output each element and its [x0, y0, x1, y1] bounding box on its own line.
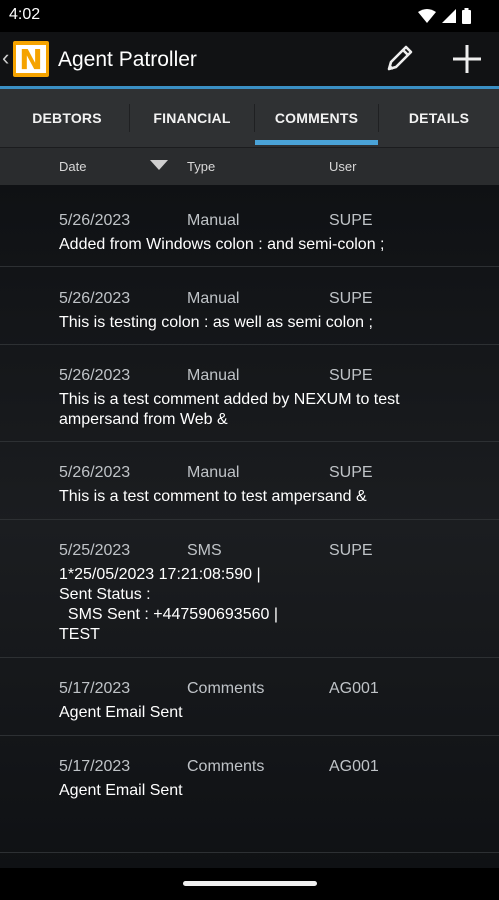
column-user[interactable]: User	[329, 159, 356, 174]
comment-user: AG001	[329, 680, 379, 697]
home-gesture-handle[interactable]	[183, 881, 317, 886]
comment-text: Added from Windows colon : and semi-colo…	[59, 236, 385, 253]
comment-type: Manual	[187, 464, 240, 481]
status-time: 4:02	[9, 6, 41, 23]
edit-button[interactable]	[380, 40, 418, 78]
comment-list[interactable]: 5/26/2023 Manual SUPE Added from Windows…	[0, 185, 499, 868]
list-item[interactable]: 5/26/2023 Manual SUPE This is testing co…	[0, 267, 499, 345]
comment-user: SUPE	[329, 464, 373, 481]
plus-icon	[453, 45, 481, 73]
tab-debtors[interactable]: DEBTORS	[5, 89, 129, 147]
battery-icon	[462, 8, 471, 24]
comment-user: SUPE	[329, 542, 373, 559]
comment-type: Comments	[187, 758, 265, 775]
list-item[interactable]: 5/17/2023 Comments AG001 Agent Email Sen…	[0, 658, 499, 736]
comment-date: 5/26/2023	[59, 464, 131, 481]
app-logo[interactable]: N	[13, 41, 49, 77]
comment-text: Agent Email Sent	[59, 704, 183, 721]
list-item[interactable]: 5/26/2023 Manual SUPE Added from Windows…	[0, 185, 499, 267]
comment-date: 5/26/2023	[59, 367, 131, 384]
comment-user: SUPE	[329, 290, 373, 307]
status-icons	[418, 8, 471, 24]
list-item[interactable]: 5/26/2023 Manual SUPE This is a test com…	[0, 442, 499, 520]
signal-icon	[442, 9, 456, 23]
sort-down-icon[interactable]	[150, 160, 168, 170]
comment-type: Manual	[187, 367, 240, 384]
list-item[interactable]: 5/26/2023 Manual SUPE This is a test com…	[0, 345, 499, 442]
comment-date: 5/25/2023	[59, 542, 131, 559]
column-header: Date Type User	[0, 148, 499, 185]
comment-text: 1*25/05/2023 17:21:08:590 | Sent Status …	[59, 566, 278, 643]
list-item[interactable]: 5/25/2023 SMS SUPE 1*25/05/2023 17:21:08…	[0, 520, 499, 658]
comment-text: Agent Email Sent	[59, 782, 183, 799]
comment-date: 5/17/2023	[59, 758, 131, 775]
tab-financial[interactable]: FINANCIAL	[130, 89, 254, 147]
comment-text: This is testing colon : as well as semi …	[59, 314, 373, 331]
comment-user: SUPE	[329, 212, 373, 229]
comment-user: SUPE	[329, 367, 373, 384]
tab-bar: DEBTORS FINANCIAL COMMENTS DETAILS	[0, 89, 499, 148]
wifi-icon	[418, 9, 436, 23]
tab-details[interactable]: DETAILS	[379, 89, 499, 147]
system-nav-bar	[0, 868, 499, 900]
column-type[interactable]: Type	[187, 159, 215, 174]
comment-text: This is a test comment added by NEXUM to…	[59, 391, 400, 428]
app-logo-letter: N	[16, 43, 46, 76]
status-bar: 4:02	[0, 0, 499, 32]
pencil-icon	[387, 45, 413, 71]
comment-type: SMS	[187, 542, 222, 559]
column-date[interactable]: Date	[59, 159, 86, 174]
list-item[interactable]: 5/17/2023 Comments AG001 Agent Email Sen…	[0, 736, 499, 853]
comment-type: Manual	[187, 212, 240, 229]
selected-tab-indicator	[255, 140, 378, 145]
comment-date: 5/17/2023	[59, 680, 131, 697]
app-bar: ‹ N Agent Patroller	[0, 32, 499, 86]
comment-date: 5/26/2023	[59, 212, 131, 229]
comment-date: 5/26/2023	[59, 290, 131, 307]
comment-type: Comments	[187, 680, 265, 697]
comment-text: This is a test comment to test ampersand…	[59, 488, 367, 505]
back-chevron-icon[interactable]: ‹	[2, 47, 12, 69]
tab-comments[interactable]: COMMENTS	[255, 89, 378, 147]
comment-type: Manual	[187, 290, 240, 307]
page-title: Agent Patroller	[58, 48, 197, 71]
comment-user: AG001	[329, 758, 379, 775]
add-comment-button[interactable]	[448, 40, 486, 78]
